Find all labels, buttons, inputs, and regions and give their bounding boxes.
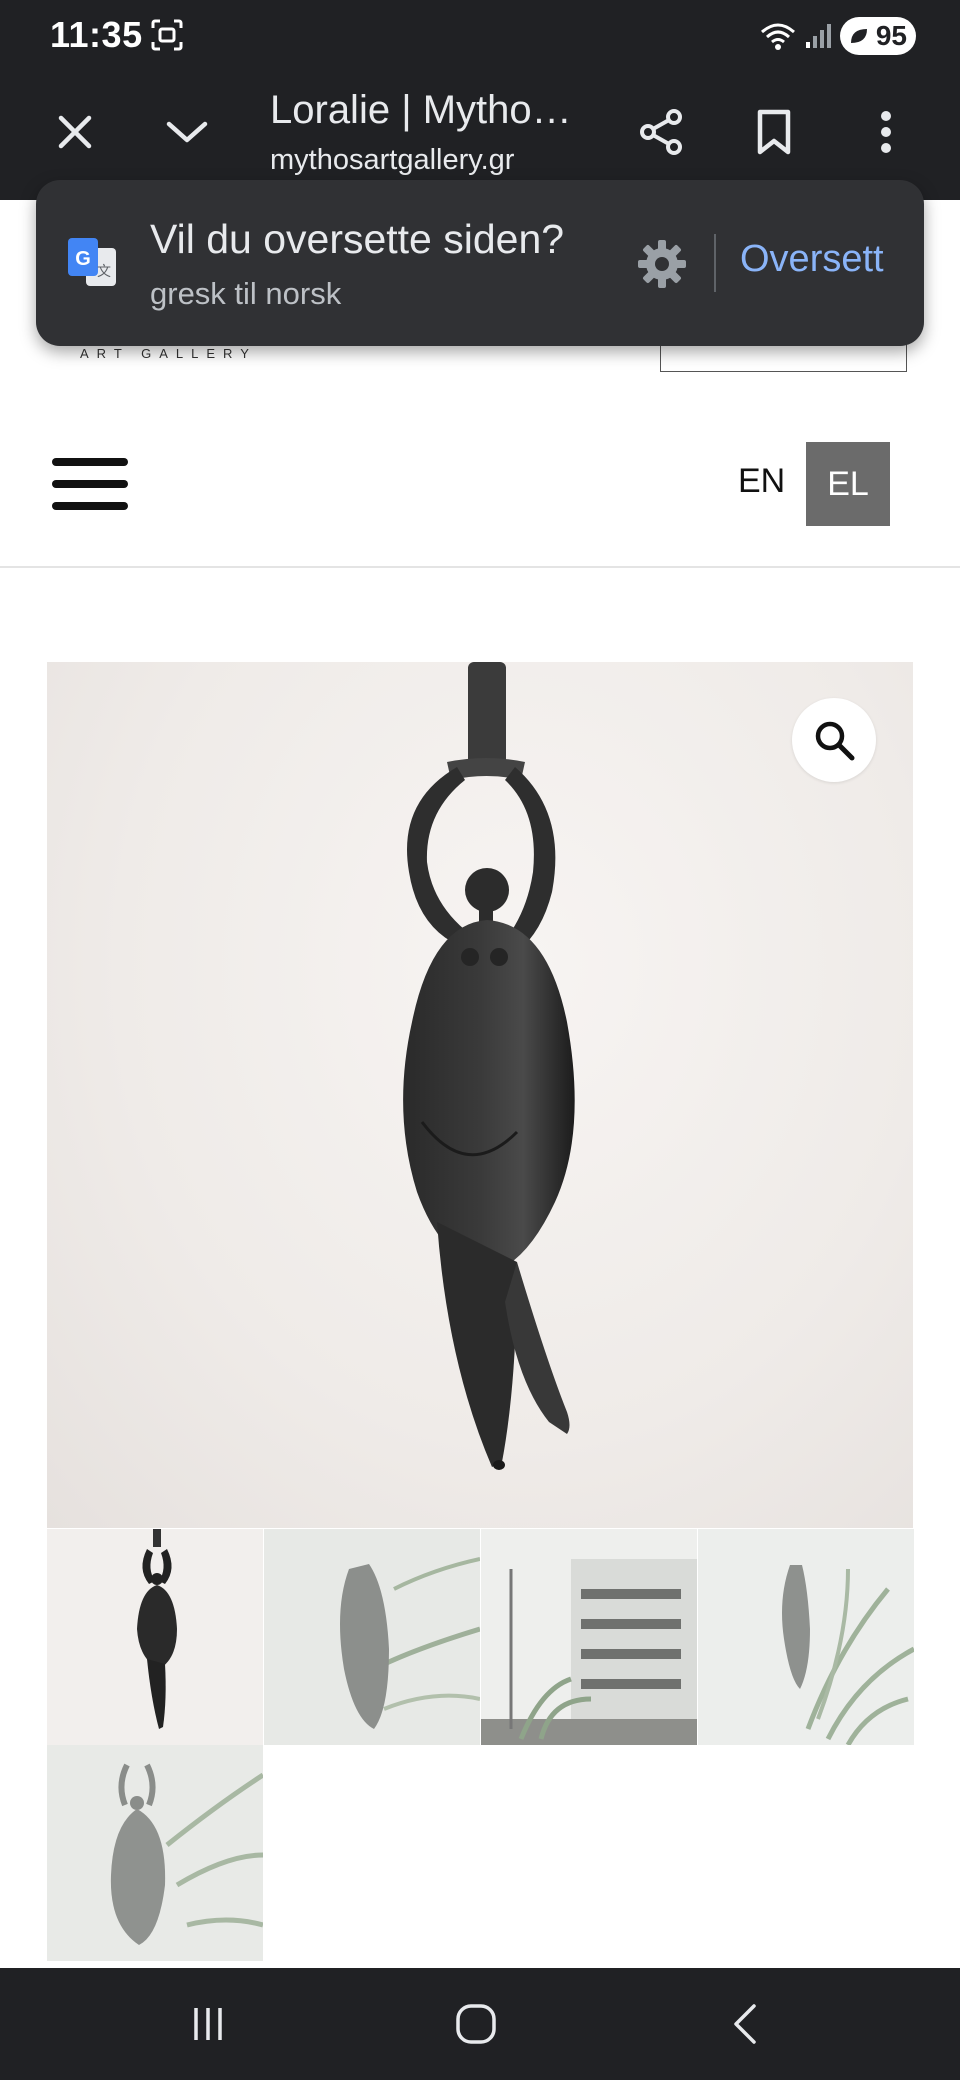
gear-icon [638, 240, 686, 288]
logo-subtext: ART GALLERY [80, 346, 257, 361]
translate-bar: G 文 Vil du oversette siden? gresk til no… [36, 180, 924, 346]
signal-icon [806, 24, 831, 48]
thumbnail-image [481, 1529, 697, 1745]
more-vert-icon [881, 111, 891, 153]
thumbnail-5[interactable] [47, 1745, 263, 1961]
translate-button[interactable]: Oversett [740, 238, 884, 281]
home-button[interactable] [426, 1992, 526, 2056]
battery-level: 95 [875, 20, 907, 51]
svg-text:文: 文 [97, 264, 111, 280]
product-main-image[interactable] [47, 662, 913, 1528]
battery-saver-icon [851, 29, 867, 43]
home-icon [456, 2004, 496, 2044]
search-icon [815, 721, 855, 761]
thumbnail-image [110, 1763, 263, 1945]
header-divider [0, 566, 960, 568]
close-tab-button[interactable] [35, 92, 115, 172]
svg-text:G: G [75, 248, 91, 270]
back-icon [734, 2004, 756, 2044]
language-el[interactable]: EL [806, 442, 890, 526]
wifi-icon [761, 23, 795, 50]
translate-languages: gresk til norsk [150, 276, 342, 311]
page-url: mythosartgallery.gr [270, 144, 515, 176]
thumbnail-image [782, 1529, 914, 1745]
sculpture-image [403, 662, 575, 1470]
battery-indicator: 95 [840, 17, 916, 55]
translate-question: Vil du oversette siden? [150, 216, 565, 262]
recents-icon [194, 2008, 222, 2040]
screenshot-icon [151, 19, 183, 51]
system-nav-bar [0, 1968, 960, 2080]
menu-line [52, 502, 128, 510]
bookmark-icon [757, 109, 791, 155]
translate-divider [714, 234, 716, 292]
translate-settings-button[interactable] [630, 232, 694, 296]
thumbnail-image [137, 1529, 177, 1729]
thumbnail-2[interactable] [264, 1529, 480, 1745]
google-translate-icon: G 文 [68, 238, 116, 286]
menu-line [52, 480, 128, 488]
thumbnail-1[interactable] [47, 1529, 263, 1745]
zoom-button[interactable] [792, 698, 876, 782]
share-icon [640, 109, 682, 155]
thumbnail-image [340, 1529, 480, 1729]
status-time: 11:35 [50, 14, 143, 55]
page-title: Loralie | Mytho… [270, 88, 572, 132]
recent-apps-button[interactable] [158, 1992, 258, 2056]
chevron-down-icon [166, 121, 208, 143]
thumbnail-4[interactable] [698, 1529, 914, 1745]
close-icon [58, 115, 92, 149]
thumbnail-3[interactable] [481, 1529, 697, 1745]
minimize-button[interactable] [147, 92, 227, 172]
bookmark-button[interactable] [734, 92, 814, 172]
menu-button[interactable] [52, 456, 128, 512]
back-button[interactable] [696, 1992, 796, 2056]
more-options-button[interactable] [846, 92, 926, 172]
language-en[interactable]: EN [738, 462, 785, 501]
status-bar: 11:35 95 [0, 0, 960, 72]
menu-line [52, 458, 128, 466]
share-button[interactable] [622, 92, 702, 172]
